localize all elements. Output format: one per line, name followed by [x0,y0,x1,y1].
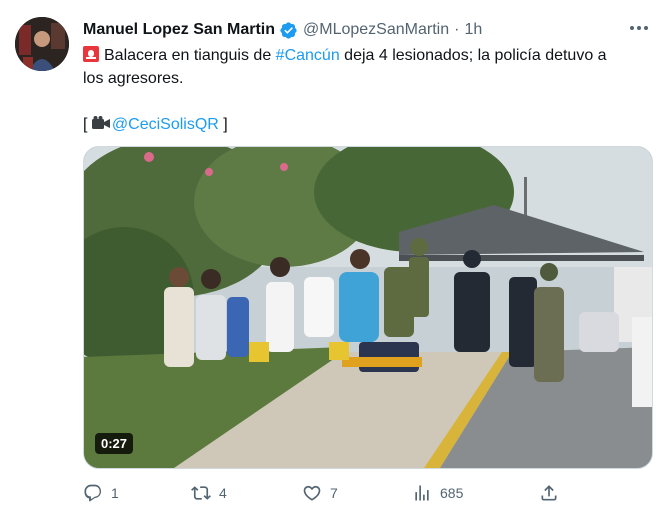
action-bar: 1 4 7 685 [83,480,623,506]
credit-open-bracket: [ [83,116,88,133]
author-name[interactable]: Manuel Lopez San Martin [83,21,275,39]
retweet-icon [191,486,211,500]
like-count: 7 [330,485,338,501]
verified-badge-icon [279,21,298,40]
retweet-count: 4 [219,485,227,501]
camera-icon [91,114,110,129]
views-button[interactable]: 685 [412,480,463,506]
views-count: 685 [440,485,464,501]
share-button[interactable] [539,480,567,506]
video-frame [84,147,652,468]
tweet-text-part: deja 4 lesionados; la policía detuvo a [339,47,607,64]
tweet-text: Balacera en tianguis de #Cancún deja 4 l… [83,44,653,136]
video-player[interactable]: 0:27 [83,146,653,469]
video-duration: 0:27 [95,433,134,454]
tweet-card[interactable]: Manuel Lopez San Martin @MLopezSanMartin… [0,0,666,512]
views-icon [415,485,429,501]
share-icon [541,485,557,501]
like-icon [303,485,321,501]
credit-close-bracket: ] [218,116,228,133]
reply-button[interactable]: 1 [83,480,119,506]
tweet-line-2: los agresores. [83,70,184,87]
retweet-button[interactable]: 4 [191,480,227,506]
author-handle[interactable]: @MLopezSanMartin [303,21,449,39]
more-icon[interactable] [628,20,650,36]
siren-icon [83,46,99,62]
tweet-line-1: Balacera en tianguis de #Cancún deja 4 l… [83,44,653,67]
avatar[interactable] [15,17,69,71]
like-button[interactable]: 7 [302,480,338,506]
separator-dot: · [454,21,460,38]
tweet-text-part: Balacera en tianguis de [104,47,276,64]
reply-count: 1 [111,485,119,501]
mention-link[interactable]: @CeciSolisQR [112,116,219,133]
hashtag-link[interactable]: #Cancún [276,47,340,64]
tweet-timestamp[interactable]: 1h [464,21,482,39]
credit-line: [ @CeciSolisQR ] [83,113,653,136]
reply-icon [84,484,102,502]
tweet-header: Manuel Lopez San Martin @MLopezSanMartin… [83,18,646,42]
